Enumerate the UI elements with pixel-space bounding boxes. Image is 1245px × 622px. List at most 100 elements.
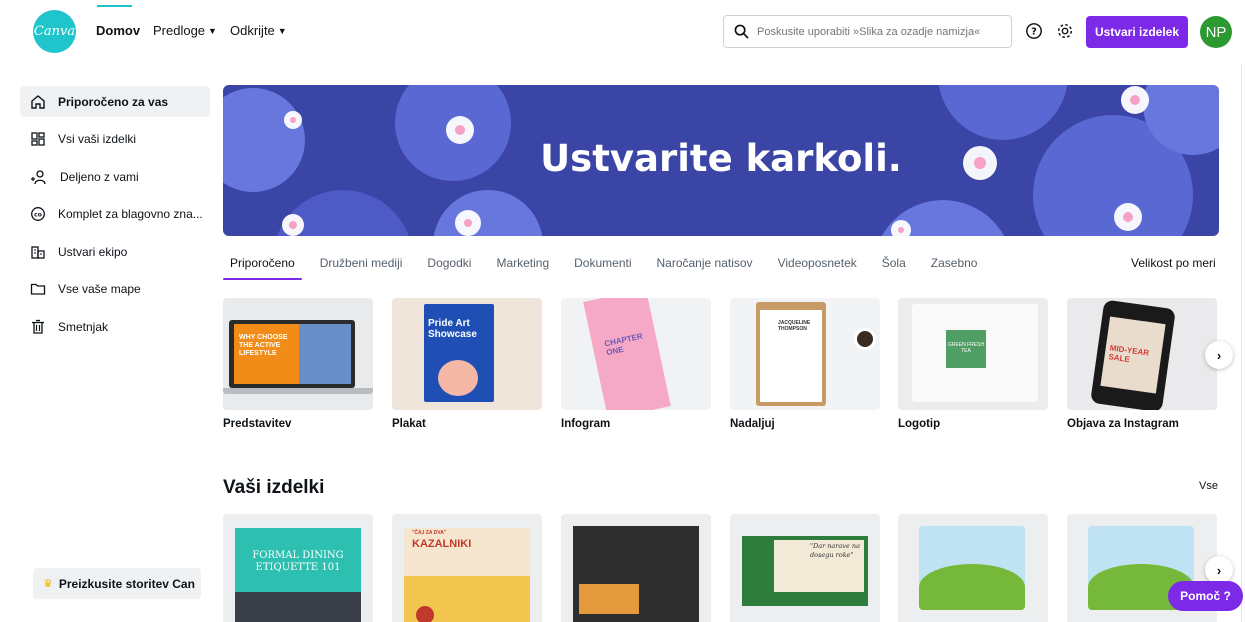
design-type-card-logo[interactable]: GREEN FRESH TEA <box>898 298 1048 410</box>
tab-video[interactable]: Videoposnetek <box>778 248 857 280</box>
design-footer <box>235 592 361 622</box>
design-thumbnail[interactable]: "ČAJ ZA DVA" KAZALNIKI <box>392 514 542 622</box>
nav-templates[interactable]: Predloge ▼ <box>153 23 217 38</box>
thumb-text: JACQUELINE THOMPSON <box>778 320 811 332</box>
design-type-label: Infogram <box>561 418 611 430</box>
svg-text:?: ? <box>1031 27 1037 38</box>
trial-label: Preizkusite storitev Can <box>58 576 195 591</box>
question-circle-icon: ? <box>1026 23 1042 39</box>
sidebar: Priporočeno za vas Vsi vaši izdelki Delj… <box>20 86 210 349</box>
scrollbar-track[interactable] <box>1241 64 1242 622</box>
logo-text: Canva <box>33 24 76 39</box>
sidebar-item-create-team[interactable]: Ustvari ekipo <box>20 236 210 267</box>
hero-title: Ustvarite karkoli. <box>540 137 902 180</box>
coffee-cup <box>854 328 876 350</box>
design-type-card-infographic[interactable]: CHAPTER ONE <box>561 298 711 410</box>
design-text-line: dosegu roke" <box>810 551 854 559</box>
top-bar: Canva Domov Predloge▼ Odkrijte▼ ? Ustvar… <box>0 0 1245 64</box>
design-type-card-presentation[interactable]: WHY CHOOSE THE ACTIVE LIFESTYLE <box>223 298 373 410</box>
brand-kit-icon: co <box>31 207 45 221</box>
design-hill <box>919 564 1025 610</box>
sidebar-item-all-designs[interactable]: Vsi vaši izdelki <box>20 124 210 155</box>
avatar-initials: NP <box>1205 23 1227 41</box>
design-type-card-instagram[interactable]: MID-YEAR SALE <box>1067 298 1217 410</box>
thumb-text: Pride Art Showcase <box>428 318 477 340</box>
nav-templates-label: Predloge <box>153 23 206 38</box>
design-thumbnail[interactable]: "Dar narave na dosegu roke" <box>730 514 880 622</box>
design-type-label: Predstavitev <box>223 418 292 430</box>
design-type-card-poster[interactable]: Pride Art Showcase <box>392 298 542 410</box>
sidebar-item-label: Vsi vaši izdelki <box>58 132 137 146</box>
design-type-label: Plakat <box>392 418 426 430</box>
hero-banner: Ustvarite karkoli. <box>223 85 1219 236</box>
thumb-text: WHY CHOOSE THE ACTIVE LIFESTYLE <box>234 324 299 384</box>
design-text: "Dar narave na dosegu roke" <box>810 542 868 560</box>
home-icon <box>31 94 45 109</box>
see-all-link[interactable]: Vse <box>1199 480 1218 492</box>
nav-home-label: Domov <box>96 23 141 38</box>
design-chart-block <box>579 584 639 614</box>
tab-marketing[interactable]: Marketing <box>496 248 549 280</box>
sidebar-item-label: Deljeno z vami <box>60 169 139 184</box>
folder-icon <box>30 283 46 295</box>
custom-size-link[interactable]: Velikost po meri <box>1131 256 1216 270</box>
sidebar-item-shared[interactable]: Deljeno z vami <box>20 161 210 192</box>
tab-events[interactable]: Dogodki <box>427 248 471 280</box>
gear-icon <box>1057 23 1073 39</box>
nav-discover[interactable]: Odkrijte ▼ <box>230 23 287 38</box>
nav-home[interactable]: Domov <box>96 23 140 38</box>
sidebar-item-label: Smetnjak <box>58 319 109 334</box>
sidebar-item-brand-kit[interactable]: co Komplet za blagovno zna... <box>20 199 210 230</box>
poster-blob <box>438 360 478 396</box>
design-text: KAZALNIKI <box>412 538 472 550</box>
search-input[interactable] <box>757 25 997 38</box>
search-icon <box>734 24 749 39</box>
crown-icon: ♛ <box>43 578 53 590</box>
canva-logo[interactable]: Canva <box>33 10 76 53</box>
search-box[interactable] <box>723 15 1012 48</box>
sidebar-item-trash[interactable]: Smetnjak <box>20 311 210 342</box>
your-designs-title: Vaši izdelki <box>223 477 325 498</box>
sidebar-item-label: Vse vaše mape <box>58 282 141 296</box>
design-text-line: FORMAL DINING <box>252 550 344 561</box>
sidebar-item-folders[interactable]: Vse vaše mape <box>20 274 210 305</box>
tab-documents[interactable]: Dokumenti <box>574 248 631 280</box>
design-thumbnail[interactable]: FORMAL DINING ETIQUETTE 101 <box>223 514 373 622</box>
avatar[interactable]: NP <box>1200 16 1232 48</box>
carousel-next-button[interactable]: › <box>1205 341 1233 369</box>
design-thumbnail[interactable] <box>898 514 1048 622</box>
tab-school[interactable]: Šola <box>882 248 906 280</box>
team-building-icon <box>31 245 45 259</box>
design-text: "ČAJ ZA DVA" <box>412 530 447 536</box>
trial-button[interactable]: ♛ Preizkusite storitev Can <box>33 568 201 599</box>
chevron-right-icon: › <box>1216 562 1222 578</box>
chevron-right-icon: › <box>1216 347 1222 363</box>
tab-personal[interactable]: Zasebno <box>931 248 978 280</box>
design-type-card-resume[interactable]: JACQUELINE THOMPSON <box>730 298 880 410</box>
tab-recommended[interactable]: Priporočeno <box>223 248 302 280</box>
tab-social-media[interactable]: Družbeni mediji <box>320 248 403 280</box>
nav-active-indicator <box>97 5 132 7</box>
design-type-label: Objava za Instagram <box>1067 418 1179 430</box>
create-design-button[interactable]: Ustvari izdelek <box>1086 16 1188 48</box>
help-button[interactable]: Pomoč ? <box>1168 581 1243 611</box>
chevron-down-icon: ▼ <box>208 25 217 36</box>
designs-next-button[interactable]: › <box>1205 556 1233 584</box>
sidebar-item-recommended[interactable]: Priporočeno za vas <box>20 86 210 117</box>
grid-icon <box>31 132 45 146</box>
svg-text:co: co <box>34 212 42 219</box>
design-text-line: "Dar narave na <box>810 542 860 550</box>
sidebar-item-label: Ustvari ekipo <box>58 244 128 259</box>
design-thumbnail[interactable] <box>561 514 711 622</box>
settings-button[interactable] <box>1054 20 1076 42</box>
design-dot <box>416 606 434 622</box>
chevron-down-icon: ▼ <box>277 25 287 36</box>
sidebar-item-label: Komplet za blagovno zna... <box>58 207 203 221</box>
sidebar-item-label: Priporočeno za vas <box>58 94 169 109</box>
thumb-text: GREEN FRESH TEA <box>946 330 986 368</box>
help-circle-button[interactable]: ? <box>1023 20 1045 42</box>
design-text-line: ETIQUETTE 101 <box>255 562 341 573</box>
design-type-label: Logotip <box>898 418 941 430</box>
tab-print[interactable]: Naročanje natisov <box>657 248 753 280</box>
nav-discover-label: Odkrijte <box>230 23 275 38</box>
